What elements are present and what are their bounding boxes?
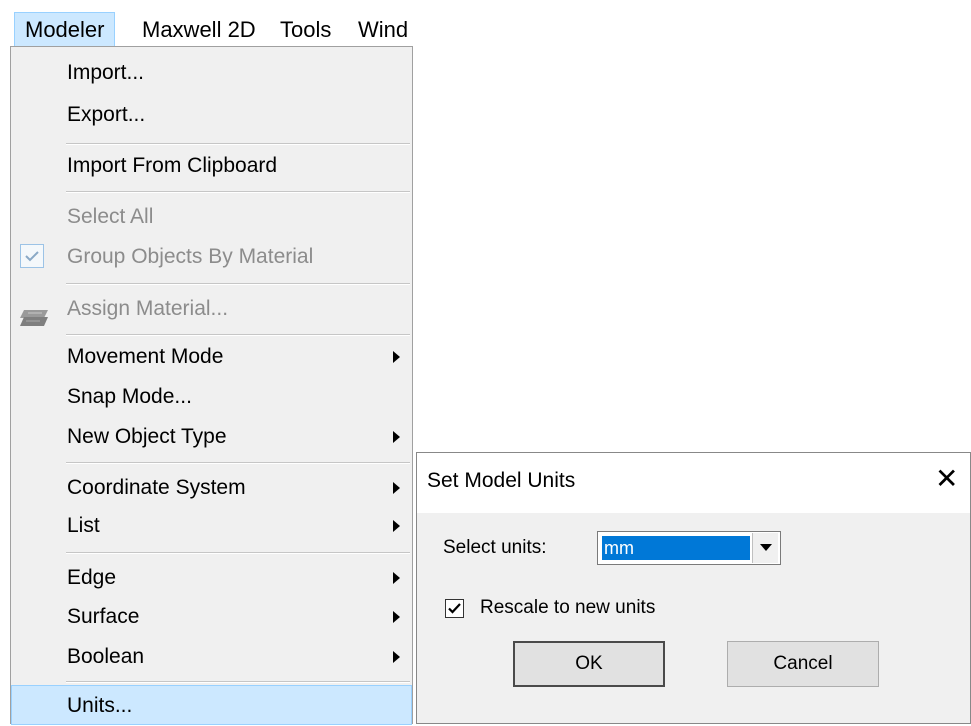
- menu-separator: [66, 334, 410, 336]
- menu-maxwell-2d[interactable]: Maxwell 2D: [132, 14, 266, 46]
- set-model-units-dialog: Set Model Units ✕ Select units: mm Resca…: [416, 452, 971, 724]
- menu-window[interactable]: Wind: [348, 14, 420, 46]
- dialog-title-bar: Set Model Units ✕: [417, 453, 970, 513]
- menu-item-edge[interactable]: Edge: [11, 558, 412, 598]
- menu-item-label: Units...: [67, 694, 133, 717]
- submenu-arrow-icon: [393, 351, 400, 363]
- rescale-label[interactable]: Rescale to new units: [480, 597, 655, 619]
- menu-separator: [66, 681, 410, 683]
- submenu-arrow-icon: [393, 611, 400, 623]
- submenu-arrow-icon: [393, 482, 400, 494]
- menu-item-list[interactable]: List: [11, 506, 412, 546]
- menu-item-label: Edge: [67, 566, 117, 589]
- select-units-label: Select units:: [443, 537, 547, 558]
- units-select[interactable]: mm: [597, 531, 781, 565]
- menu-item-group-objects-by-material[interactable]: Group Objects By Material: [11, 237, 412, 277]
- menu-item-label: Coordinate System: [67, 476, 246, 499]
- cancel-button[interactable]: Cancel: [727, 641, 879, 687]
- menu-separator: [66, 283, 410, 285]
- menu-item-surface[interactable]: Surface: [11, 597, 412, 637]
- menu-bar: Modeler Maxwell 2D Tools Wind: [0, 0, 420, 48]
- dialog-title: Set Model Units: [427, 469, 576, 492]
- menu-item-label: Boolean: [67, 645, 145, 668]
- menu-item-select-all[interactable]: Select All: [11, 197, 412, 237]
- menu-separator: [66, 462, 410, 464]
- menu-item-label: Assign Material...: [67, 297, 229, 320]
- menu-modeler[interactable]: Modeler: [14, 12, 116, 47]
- menu-item-label: Surface: [67, 605, 140, 628]
- menu-separator: [66, 143, 410, 145]
- units-select-value: mm: [602, 536, 750, 560]
- menu-separator: [66, 191, 410, 193]
- menu-item-assign-material[interactable]: Assign Material...: [11, 289, 412, 329]
- menu-item-label: Group Objects By Material: [67, 245, 314, 268]
- menu-item-label: Import From Clipboard: [67, 154, 278, 177]
- material-icon: [19, 301, 49, 341]
- submenu-arrow-icon: [393, 520, 400, 532]
- menu-item-import[interactable]: Import...: [11, 53, 412, 93]
- submenu-arrow-icon: [393, 572, 400, 584]
- menu-item-export[interactable]: Export...: [11, 95, 412, 135]
- checkmark-icon: [20, 244, 44, 268]
- menu-item-boolean[interactable]: Boolean: [11, 637, 412, 677]
- dropdown-button[interactable]: [752, 533, 778, 563]
- menu-item-import-from-clipboard[interactable]: Import From Clipboard: [11, 146, 412, 186]
- chevron-down-icon: [760, 544, 772, 551]
- close-icon[interactable]: ✕: [935, 465, 958, 493]
- submenu-arrow-icon: [393, 651, 400, 663]
- menu-item-label: List: [67, 514, 100, 537]
- menu-item-label: Import...: [67, 61, 145, 84]
- menu-separator: [66, 552, 410, 554]
- menu-item-units[interactable]: Units...: [11, 685, 412, 725]
- menu-item-snap-mode[interactable]: Snap Mode...: [11, 377, 412, 417]
- menu-item-new-object-type[interactable]: New Object Type: [11, 417, 412, 457]
- submenu-arrow-icon: [393, 431, 400, 443]
- ok-button[interactable]: OK: [513, 641, 665, 687]
- menu-item-label: Select All: [67, 205, 154, 228]
- menu-tools[interactable]: Tools: [270, 14, 341, 46]
- menu-item-label: New Object Type: [67, 425, 227, 448]
- menu-item-label: Snap Mode...: [67, 385, 192, 408]
- menu-item-label: Movement Mode: [67, 345, 224, 368]
- rescale-checkbox[interactable]: [445, 599, 464, 618]
- menu-item-label: Export...: [67, 103, 146, 126]
- modeler-dropdown-menu: Import... Export... Import From Clipboar…: [10, 46, 413, 725]
- menu-item-movement-mode[interactable]: Movement Mode: [11, 337, 412, 377]
- menu-item-coordinate-system[interactable]: Coordinate System: [11, 468, 412, 508]
